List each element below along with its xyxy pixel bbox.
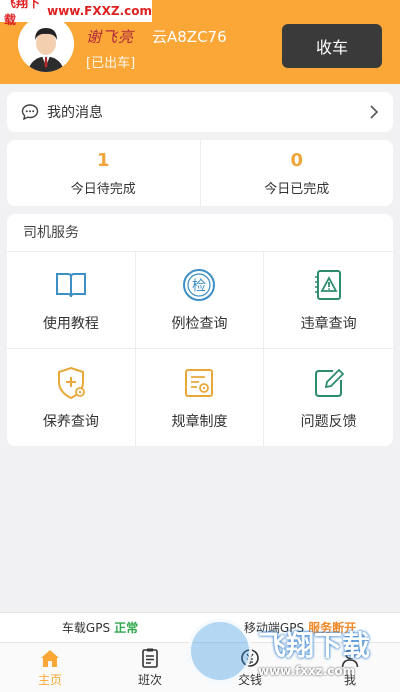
my-messages-row[interactable]: 我的消息 [7, 92, 393, 132]
watermark-bottom-url: www.fxxz.com [258, 664, 356, 678]
services-title: 司机服务 [7, 214, 393, 252]
plate-number: 云A8ZC76 [152, 28, 227, 46]
watermark-top: 飞翔下载 www.FXXZ.com [0, 0, 152, 27]
service-feedback-label: 问题反馈 [300, 413, 357, 430]
vehicle-gps-value: 正常 [114, 621, 139, 635]
service-rules[interactable]: 规章制度 [136, 349, 265, 446]
vehicle-gps-status: 车载GPS 正常 [0, 613, 200, 642]
vehicle-gps-label: 车载GPS [61, 621, 111, 635]
feedback-edit-icon [314, 368, 344, 397]
service-maintenance[interactable]: 保养查询 [7, 349, 136, 446]
stat-pending[interactable]: 1 今日待完成 [7, 140, 200, 206]
svg-text:检: 检 [192, 279, 206, 295]
stat-completed[interactable]: 0 今日已完成 [199, 140, 394, 206]
tab-home[interactable]: 主页 [0, 643, 100, 692]
services-grid: 使用教程 检 例检查询 违章查询 保养查询 规章制度 问题反馈 [7, 252, 393, 446]
watermark-bottom: 飞翔下载 www.fxxz.com [188, 610, 400, 692]
watermark-bottom-title: 飞翔下载 [258, 629, 371, 662]
stat-completed-label: 今日已完成 [264, 181, 330, 197]
driver-name: 谢飞亮 [86, 28, 135, 46]
violation-warning-icon [314, 270, 341, 300]
driver-services: 司机服务 使用教程 检 例检查询 违章查询 保养查询 规章制度 问题反馈 [7, 214, 393, 446]
maintenance-shield-icon [57, 366, 85, 399]
my-messages-label: 我的消息 [47, 105, 103, 121]
service-violation-label: 违章查询 [300, 316, 357, 332]
collect-vehicle-button[interactable]: 收车 [282, 24, 382, 68]
tab-shifts[interactable]: 班次 [100, 643, 200, 692]
service-tutorial[interactable]: 使用教程 [7, 252, 136, 349]
service-violation[interactable]: 违章查询 [264, 252, 393, 349]
today-stats: 1 今日待完成 0 今日已完成 [7, 140, 393, 206]
chat-bubble-icon [21, 104, 39, 121]
book-icon [55, 273, 86, 298]
home-icon [41, 650, 59, 667]
rules-document-icon [185, 368, 214, 397]
watermark-top-url: www.FXXZ.com [47, 4, 152, 18]
stat-pending-label: 今日待完成 [70, 181, 136, 197]
clipboard-icon [142, 648, 158, 668]
watermark-top-brand: 飞翔下载 [4, 0, 41, 27]
driver-status: [已出车] [86, 56, 136, 71]
stat-pending-value: 1 [96, 149, 110, 171]
service-maintenance-label: 保养查询 [42, 413, 99, 430]
service-feedback[interactable]: 问题反馈 [264, 349, 393, 446]
stat-completed-value: 0 [290, 149, 304, 171]
watermark-logo-icon [188, 619, 252, 683]
service-inspection-label: 例检查询 [171, 316, 228, 332]
tab-shifts-label: 班次 [137, 673, 162, 687]
service-tutorial-label: 使用教程 [42, 316, 99, 332]
service-rules-label: 规章制度 [171, 413, 228, 430]
chevron-right-icon [370, 105, 379, 119]
inspection-icon: 检 [183, 269, 216, 301]
tab-home-label: 主页 [37, 673, 62, 687]
service-inspection[interactable]: 检 例检查询 [135, 252, 265, 349]
